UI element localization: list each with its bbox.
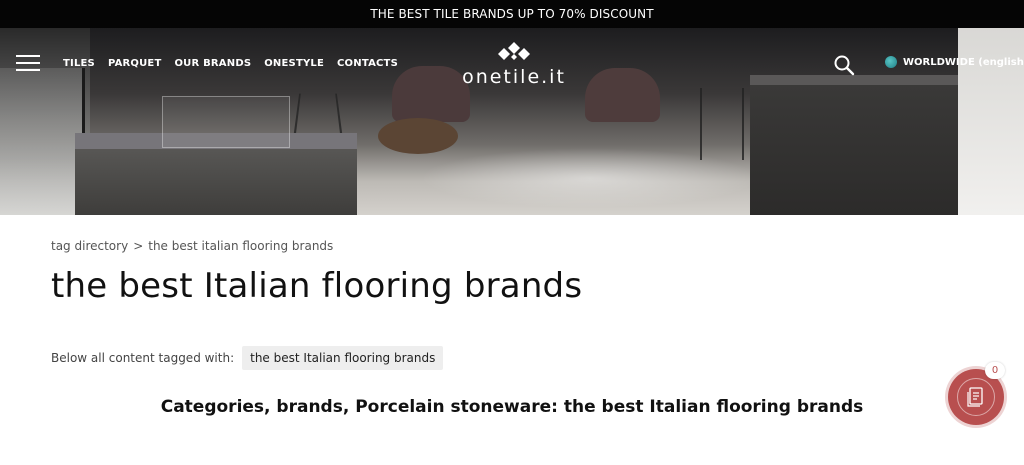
language-selector[interactable]: WORLDWIDE (english)	[885, 56, 1024, 68]
menu-item-tiles[interactable]: TILES	[63, 58, 95, 69]
breadcrumb-separator: >	[133, 239, 144, 253]
menu-item-our-brands[interactable]: OUR BRANDS	[174, 58, 251, 69]
logo-text: onetile.it	[462, 66, 566, 88]
onetile-logo-icon	[498, 42, 530, 60]
breadcrumb-root-link[interactable]: tag directory	[51, 239, 128, 253]
tag-intro-text: Below all content tagged with:	[51, 351, 235, 365]
tag-info: Below all content tagged with: the best …	[51, 346, 444, 370]
menu-item-parquet[interactable]: PARQUET	[108, 58, 162, 69]
tag-chip[interactable]: the best Italian flooring brands	[242, 346, 444, 370]
main-navigation: TILES PARQUET OUR BRANDS ONESTYLE CONTAC…	[0, 28, 1024, 100]
site-logo[interactable]: onetile.it	[452, 42, 576, 88]
hamburger-menu-icon[interactable]	[16, 55, 40, 73]
cart-list-icon	[967, 387, 983, 407]
menu-item-onestyle[interactable]: ONESTYLE	[264, 58, 324, 69]
page-title: the best Italian flooring brands	[51, 266, 583, 306]
breadcrumb: tag directory > the best italian flooring …	[51, 239, 333, 253]
top-menu: TILES PARQUET OUR BRANDS ONESTYLE CONTAC…	[63, 58, 411, 69]
section-heading: Categories, brands, Porcelain stoneware:…	[160, 397, 864, 417]
menu-item-contacts[interactable]: CONTACTS	[337, 58, 398, 69]
promo-text: THE BEST TILE BRANDS UP TO 70% DISCOUNT	[370, 7, 654, 21]
language-label: WORLDWIDE (english)	[903, 56, 1024, 68]
cart-count-badge: 0	[985, 362, 1005, 379]
promo-banner: THE BEST TILE BRANDS UP TO 70% DISCOUNT	[0, 0, 1024, 28]
search-icon[interactable]	[833, 54, 855, 76]
breadcrumb-current: the best italian flooring brands	[148, 239, 334, 253]
globe-icon	[885, 56, 897, 68]
